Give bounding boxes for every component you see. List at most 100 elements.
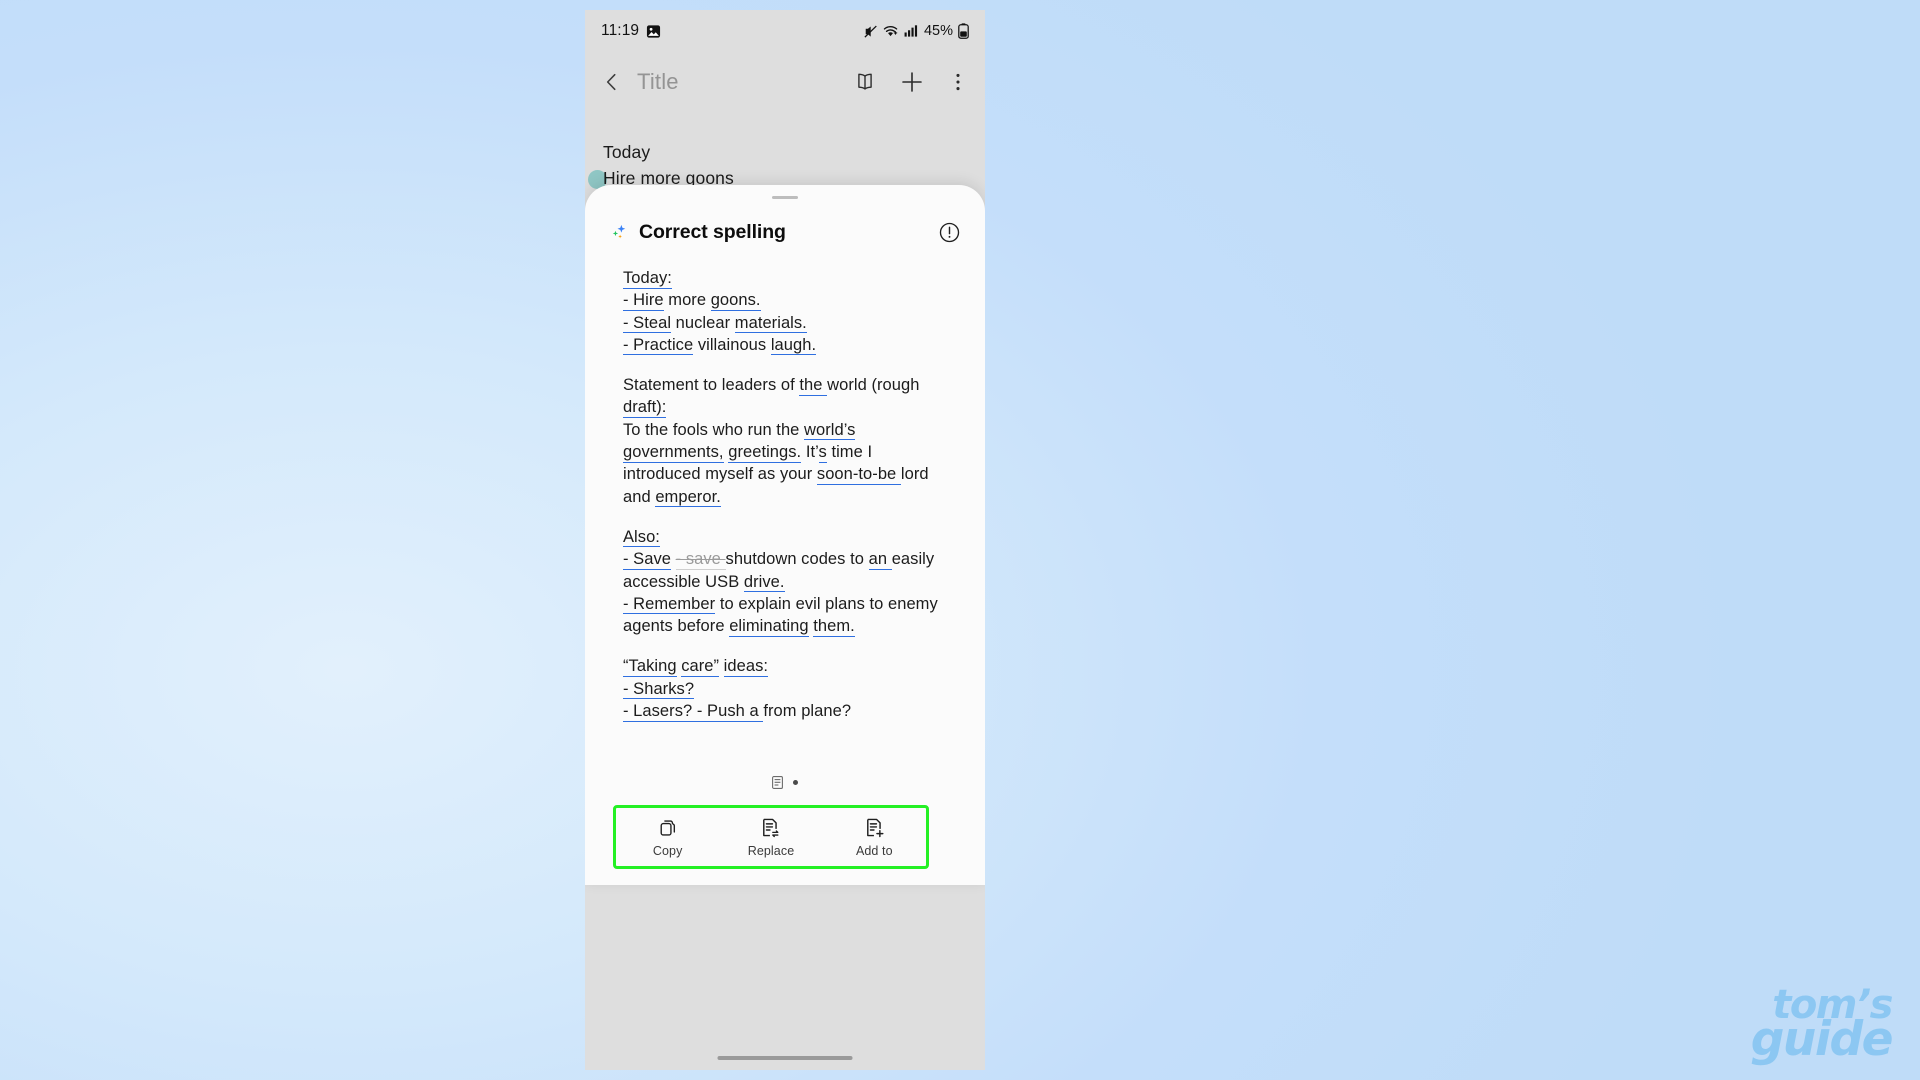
corrected-token: greetings. [728, 443, 802, 463]
plain-token: lord [900, 465, 929, 484]
text-line: - Remember to explain evil plans to enem… [623, 593, 947, 615]
corrected-token: world’s [804, 420, 856, 441]
action-bar: Copy Replace Add to [613, 805, 929, 869]
corrected-token: eliminating [729, 617, 809, 637]
wifi-icon [883, 24, 899, 39]
page-indicator [585, 770, 985, 794]
plain-token: agents before [623, 617, 730, 636]
corrected-token: s [818, 443, 827, 463]
ai-sparkle-icon [609, 222, 629, 242]
plain-token: To the fools who run the [623, 420, 805, 439]
book-icon[interactable] [853, 70, 877, 94]
corrected-token: “Taking [623, 657, 677, 677]
more-vertical-icon[interactable] [947, 71, 969, 93]
corrected-token: - Steal [623, 313, 672, 334]
document-page-icon[interactable] [772, 775, 783, 789]
corrected-token: draft): [623, 398, 667, 418]
corrected-token: - Sharks? [623, 679, 695, 700]
nav-actions [853, 69, 969, 95]
text-paragraph: “Taking care” ideas: - Sharks? - Lasers? -… [623, 655, 947, 722]
info-circle-icon[interactable] [938, 221, 961, 244]
watermark: tom’s guide [1751, 985, 1894, 1063]
note-date-label: Today [603, 142, 651, 162]
corrected-token: soon-to-be [816, 465, 901, 485]
gallery-icon [646, 24, 661, 39]
copy-icon [657, 817, 679, 839]
back-icon[interactable] [601, 71, 623, 93]
page-title: Title [637, 69, 679, 94]
corrected-token: - Remember [623, 594, 716, 615]
replace-document-icon [759, 816, 782, 839]
corrected-token: - Lasers? - Push a [623, 702, 764, 722]
corrected-token: emperor. [655, 487, 721, 508]
plain-token: to explain evil plans to enemy [715, 594, 938, 613]
sheet-header: Correct spelling [585, 211, 985, 253]
text-line: and emperor. [623, 486, 947, 508]
text-line: agents before eliminating them. [623, 615, 947, 637]
plain-token: introduced myself as your [623, 465, 817, 484]
corrected-token: goons. [710, 291, 761, 311]
text-line: - Lasers? - Push a from plane? [623, 700, 947, 722]
corrected-token: an [868, 550, 892, 570]
text-line: To the fools who run the world’s [623, 419, 947, 441]
replace-button[interactable]: Replace [719, 816, 822, 858]
text-line: - Hire more goons. [623, 289, 947, 311]
ai-bottom-sheet: Correct spelling Today: - Hire more goons… [585, 185, 985, 885]
text-paragraph: Also: - Save - save shutdown codes to an … [623, 526, 947, 637]
plain-token: accessible USB [623, 572, 744, 591]
corrected-token: drive. [743, 572, 785, 593]
corrected-token: - Save [623, 550, 671, 570]
text-line: Today: [623, 267, 947, 289]
app-nav-bar: Title [585, 52, 985, 112]
mute-icon [863, 24, 878, 39]
sheet-title: Correct spelling [639, 220, 786, 243]
sheet-drag-handle[interactable] [772, 196, 798, 199]
deleted-token: - save [675, 550, 726, 570]
add-to-document-icon [863, 816, 886, 839]
battery-percent: 45% [923, 23, 953, 39]
corrected-token: Today: [623, 269, 672, 289]
text-line: - Steal nuclear materials. [623, 312, 947, 334]
text-line: governments, greetings. It’s time I [623, 441, 947, 463]
corrected-token: laugh. [770, 335, 817, 356]
page-dot[interactable] [793, 779, 798, 785]
copy-button[interactable]: Copy [616, 817, 719, 858]
corrected-token: materials. [734, 313, 807, 334]
plain-token: from plane? [763, 702, 852, 721]
status-bar-right: 45% [863, 23, 969, 39]
text-line: - Save - save shutdown codes to an easil… [623, 548, 947, 570]
plain-token: world (rough [827, 376, 920, 395]
status-bar: 11:19 45% [585, 10, 985, 52]
text-paragraph: Today: - Hire more goons. - Steal nuclear … [623, 267, 947, 356]
corrected-token: governments, [623, 443, 724, 463]
text-line: draft): [623, 396, 947, 418]
plus-icon[interactable] [899, 69, 925, 95]
text-line: “Taking care” ideas: [623, 655, 947, 677]
plain-token: shutdown codes to [725, 550, 869, 569]
plain-token: time I [826, 443, 873, 462]
text-line: - Practice villainous laugh. [623, 334, 947, 356]
add-to-button[interactable]: Add to [823, 816, 926, 858]
corrected-token: Also: [623, 527, 660, 548]
corrected-token: them. [813, 617, 855, 637]
screenshot-root: 11:19 45% Title Today Hire more goons Co… [0, 0, 1920, 1080]
corrected-text-content: Today: - Hire more goons. - Steal nuclear … [585, 267, 985, 767]
text-line: Also: [623, 526, 947, 548]
replace-label: Replace [747, 844, 795, 858]
plain-token: Statement to leaders of [623, 376, 800, 395]
status-bar-left: 11:19 [601, 22, 661, 40]
text-paragraph: Statement to leaders of the world (rough… [623, 374, 947, 508]
corrected-token: ideas: [723, 657, 769, 677]
plain-token: villainous [693, 335, 771, 354]
plain-token: nuclear [671, 313, 735, 332]
copy-label: Copy [652, 843, 683, 858]
home-indicator[interactable] [717, 1056, 853, 1060]
signal-icon [904, 24, 918, 38]
plain-token: more [663, 291, 711, 310]
corrected-token: - Hire [623, 291, 664, 311]
plain-token: and [623, 487, 656, 506]
add-to-label: Add to [855, 844, 893, 858]
corrected-token: care” [681, 657, 720, 677]
